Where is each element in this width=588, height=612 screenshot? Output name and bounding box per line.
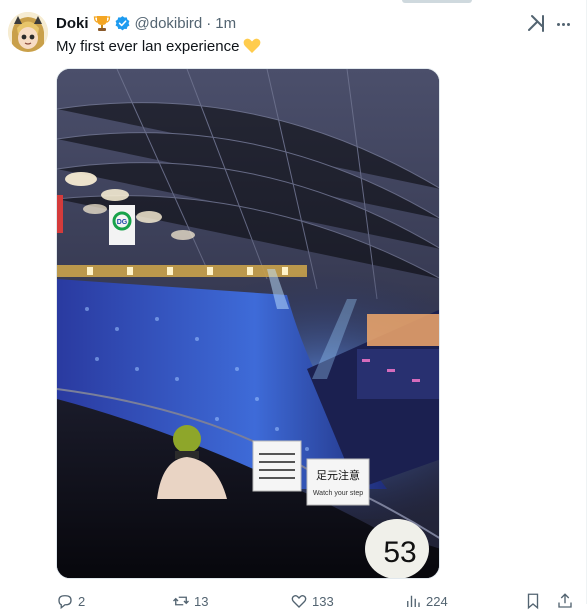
separator: · [206,14,212,32]
verified-badge-icon[interactable] [114,15,131,32]
timeline-border [586,0,587,604]
repost-count: 13 [194,593,209,609]
views-count: 224 [426,593,448,609]
like-count: 133 [312,593,334,609]
tweet-photo[interactable]: DG 足元注意 Watch your step 53 [56,68,440,579]
reply-count: 2 [78,593,86,609]
repost-button[interactable]: 13 [172,592,208,610]
action-bar: 2 13 133 224 [56,592,576,612]
share-icon [558,593,572,608]
reply-icon [58,595,72,610]
tweet-body: My first ever lan experience [56,38,240,55]
repost-icon [173,596,189,606]
handle[interactable]: @dokibird [135,15,203,32]
sign-caution-sub: Watch your step [313,490,363,497]
sign-caution-text: 足元注意 [316,468,360,482]
more-icon[interactable] [552,13,574,35]
views-button[interactable]: 224 [404,592,448,610]
banner-emblem: DG [117,219,128,226]
seat-number: 53 [383,536,416,569]
tweet-header: Doki @dokibird · 1m [56,13,236,33]
grok-icon[interactable] [526,12,548,34]
like-icon [291,594,307,608]
views-icon [407,595,420,607]
arena-photo: DG 足元注意 Watch your step 53 [57,69,439,578]
avatar[interactable] [8,12,48,52]
tweet-text: My first ever lan experience [56,37,261,60]
trophy-emoji-icon [93,14,111,32]
yellow-heart-emoji-icon [243,37,261,60]
display-name[interactable]: Doki [56,15,89,32]
reply-button[interactable]: 2 [56,592,85,610]
share-button[interactable] [556,592,574,610]
bookmark-icon [527,593,539,610]
timestamp[interactable]: 1m [215,15,236,32]
bookmark-button[interactable] [524,592,542,610]
like-button[interactable]: 133 [290,592,334,610]
scroll-indicator [402,0,472,3]
avatar-image [8,12,48,52]
